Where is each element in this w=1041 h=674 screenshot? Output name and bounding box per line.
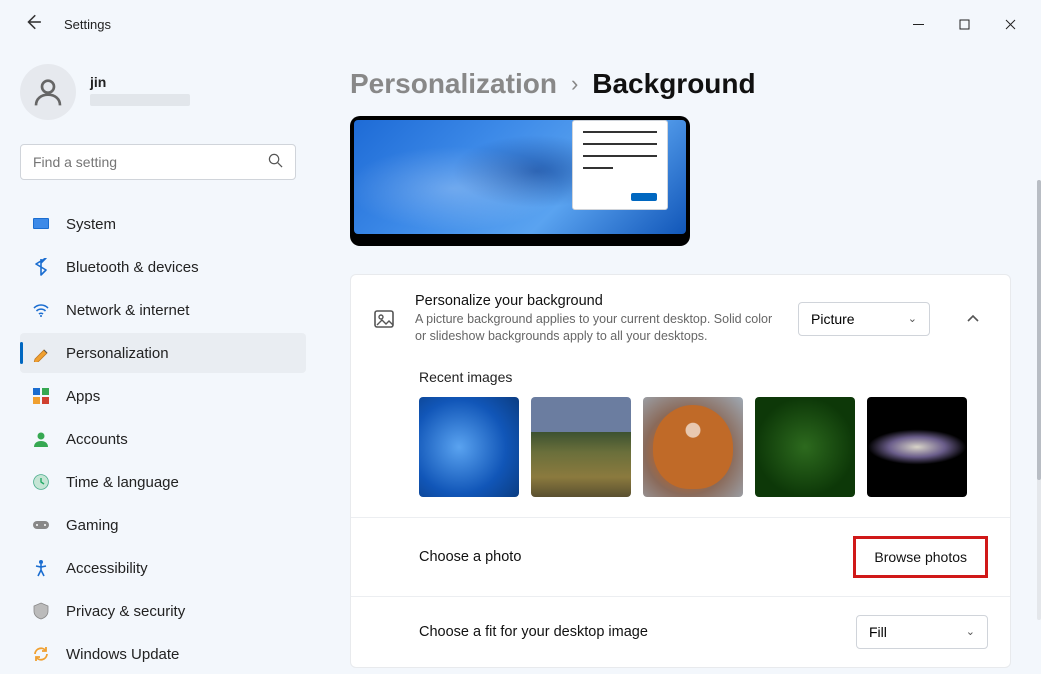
nav-system[interactable]: System bbox=[20, 204, 306, 244]
personalize-title: Personalize your background bbox=[415, 293, 778, 309]
nav-list: System Bluetooth & devices Network & int… bbox=[20, 204, 306, 674]
recent-images-row bbox=[419, 397, 988, 497]
collapse-toggle[interactable] bbox=[958, 312, 988, 326]
nav-label: Accounts bbox=[66, 431, 128, 448]
breadcrumb-parent[interactable]: Personalization bbox=[350, 68, 557, 100]
update-icon bbox=[32, 645, 50, 663]
recent-image-thumb[interactable] bbox=[867, 397, 967, 497]
titlebar: Settings bbox=[0, 0, 1041, 48]
recent-image-thumb[interactable] bbox=[419, 397, 519, 497]
app-title: Settings bbox=[64, 17, 111, 32]
nav-update[interactable]: Windows Update bbox=[20, 634, 306, 674]
close-button[interactable] bbox=[987, 8, 1033, 40]
back-button[interactable] bbox=[20, 9, 46, 40]
nav-label: Apps bbox=[66, 388, 100, 405]
user-email-redacted bbox=[90, 94, 190, 106]
bluetooth-icon bbox=[32, 258, 50, 276]
choose-fit-label: Choose a fit for your desktop image bbox=[419, 624, 648, 640]
nav-label: Privacy & security bbox=[66, 603, 185, 620]
nav-accessibility[interactable]: Accessibility bbox=[20, 548, 306, 588]
shield-icon bbox=[32, 602, 50, 620]
choose-photo-row: Choose a photo Browse photos bbox=[351, 517, 1010, 596]
nav-network[interactable]: Network & internet bbox=[20, 290, 306, 330]
highlight-annotation: Browse photos bbox=[853, 536, 988, 578]
nav-label: Windows Update bbox=[66, 646, 179, 663]
maximize-button[interactable] bbox=[941, 8, 987, 40]
avatar bbox=[20, 64, 76, 120]
wifi-icon bbox=[32, 301, 50, 319]
fit-dropdown[interactable]: Fill ⌄ bbox=[856, 615, 988, 649]
recent-image-thumb[interactable] bbox=[755, 397, 855, 497]
search-input[interactable] bbox=[33, 154, 268, 170]
clock-icon bbox=[32, 473, 50, 491]
personalize-background-panel: Personalize your background A picture ba… bbox=[350, 274, 1011, 668]
nav-label: Personalization bbox=[66, 345, 169, 362]
nav-bluetooth[interactable]: Bluetooth & devices bbox=[20, 247, 306, 287]
person-icon bbox=[32, 430, 50, 448]
search-icon bbox=[268, 153, 283, 171]
page-title: Background bbox=[592, 68, 755, 100]
accessibility-icon bbox=[32, 559, 50, 577]
user-profile[interactable]: jin bbox=[20, 64, 306, 120]
recent-images-label: Recent images bbox=[419, 369, 988, 385]
dropdown-value: Picture bbox=[811, 311, 855, 327]
browse-photos-button[interactable]: Browse photos bbox=[856, 539, 985, 575]
nav-gaming[interactable]: Gaming bbox=[20, 505, 306, 545]
choose-photo-label: Choose a photo bbox=[419, 549, 521, 565]
nav-time[interactable]: Time & language bbox=[20, 462, 306, 502]
nav-label: Network & internet bbox=[66, 302, 189, 319]
recent-image-thumb[interactable] bbox=[531, 397, 631, 497]
chevron-right-icon: › bbox=[571, 71, 578, 97]
apps-icon bbox=[32, 387, 50, 405]
chevron-down-icon: ⌄ bbox=[966, 625, 975, 638]
system-icon bbox=[32, 215, 50, 233]
sidebar: jin System Bluetooth & devices Network &… bbox=[0, 48, 310, 668]
choose-fit-row: Choose a fit for your desktop image Fill… bbox=[351, 596, 1010, 667]
nav-label: Time & language bbox=[66, 474, 179, 491]
nav-accounts[interactable]: Accounts bbox=[20, 419, 306, 459]
search-box[interactable] bbox=[20, 144, 296, 180]
main-content: Personalization › Background Personalize… bbox=[310, 48, 1041, 668]
background-type-dropdown[interactable]: Picture ⌄ bbox=[798, 302, 930, 336]
chevron-down-icon: ⌄ bbox=[908, 312, 917, 325]
nav-personalization[interactable]: Personalization bbox=[20, 333, 306, 373]
nav-privacy[interactable]: Privacy & security bbox=[20, 591, 306, 631]
nav-apps[interactable]: Apps bbox=[20, 376, 306, 416]
personalize-description: A picture background applies to your cur… bbox=[415, 311, 778, 345]
image-icon bbox=[373, 308, 395, 330]
scrollbar[interactable] bbox=[1037, 180, 1041, 620]
breadcrumb: Personalization › Background bbox=[350, 68, 1011, 100]
nav-label: Gaming bbox=[66, 517, 119, 534]
minimize-button[interactable] bbox=[895, 8, 941, 40]
user-name: jin bbox=[90, 74, 190, 90]
nav-label: Bluetooth & devices bbox=[66, 259, 199, 276]
nav-label: Accessibility bbox=[66, 560, 148, 577]
background-preview bbox=[350, 116, 690, 246]
scrollbar-thumb[interactable] bbox=[1037, 180, 1041, 480]
gamepad-icon bbox=[32, 516, 50, 534]
paint-icon bbox=[32, 344, 50, 362]
nav-label: System bbox=[66, 216, 116, 233]
recent-image-thumb[interactable] bbox=[643, 397, 743, 497]
dropdown-value: Fill bbox=[869, 624, 887, 640]
